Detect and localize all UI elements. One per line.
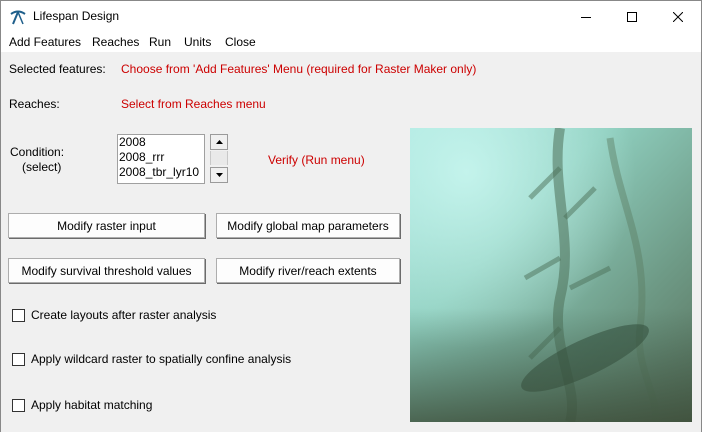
create-layouts-checkbox[interactable] [12,308,25,322]
close-window-button[interactable] [655,1,701,32]
menu-add-features[interactable]: Add Features [9,35,81,49]
habitat-matching-checkbox-row[interactable]: Apply habitat matching [12,397,152,413]
window-title: Lifespan Design [33,9,120,23]
condition-listbox[interactable]: 2008 2008_rrr 2008_tbr_lyr10 [117,134,205,184]
menu-close[interactable]: Close [225,35,256,49]
modify-raster-input-button[interactable]: Modify raster input [8,213,205,238]
condition-label: Condition: [10,145,65,159]
wildcard-raster-checkbox[interactable] [12,352,25,366]
arrow-up-icon [215,140,223,144]
title-bar[interactable]: Lifespan Design [1,1,701,32]
modify-global-map-parameters-button[interactable]: Modify global map parameters [216,213,400,238]
habitat-matching-checkbox[interactable] [12,398,25,412]
app-window: Lifespan Design Add Features Reaches Run… [0,0,702,432]
list-item[interactable]: 2008_tbr_lyr10 [118,165,204,180]
condition-sublabel: (select) [22,160,62,174]
wildcard-raster-label[interactable]: Apply wildcard raster to spatially confi… [31,352,291,366]
scrollbar-track[interactable] [210,151,228,165]
scroll-up-button[interactable] [210,134,228,150]
arrow-down-icon [215,173,223,177]
list-item[interactable]: 2008 [118,135,204,150]
habitat-matching-label[interactable]: Apply habitat matching [31,398,152,412]
menu-bar: Add Features Reaches Run Units Close [1,32,701,52]
underwater-fish-image [410,128,692,422]
selected-features-label: Selected features: [9,62,106,76]
minimize-button[interactable] [563,1,609,32]
pickaxe-app-icon [9,8,27,26]
menu-reaches[interactable]: Reaches [92,35,139,49]
modify-river-reach-extents-button[interactable]: Modify river/reach extents [216,258,400,283]
create-layouts-checkbox-row[interactable]: Create layouts after raster analysis [12,307,216,323]
main-content: Selected features: Choose from 'Add Feat… [1,52,701,432]
wildcard-raster-checkbox-row[interactable]: Apply wildcard raster to spatially confi… [12,351,291,367]
maximize-icon [627,11,637,22]
modify-survival-threshold-button[interactable]: Modify survival threshold values [8,258,205,283]
maximize-button[interactable] [609,1,655,32]
reaches-label: Reaches: [9,97,60,111]
create-layouts-label[interactable]: Create layouts after raster analysis [31,308,216,322]
selected-features-hint: Choose from 'Add Features' Menu (require… [121,62,477,76]
list-item[interactable]: 2008_rrr [118,150,204,165]
scroll-down-button[interactable] [210,167,228,183]
minimize-icon [581,16,591,18]
verify-hint: Verify (Run menu) [268,153,365,167]
menu-run[interactable]: Run [149,35,171,49]
reaches-hint: Select from Reaches menu [121,97,266,111]
menu-units[interactable]: Units [184,35,211,49]
close-icon [673,11,683,22]
